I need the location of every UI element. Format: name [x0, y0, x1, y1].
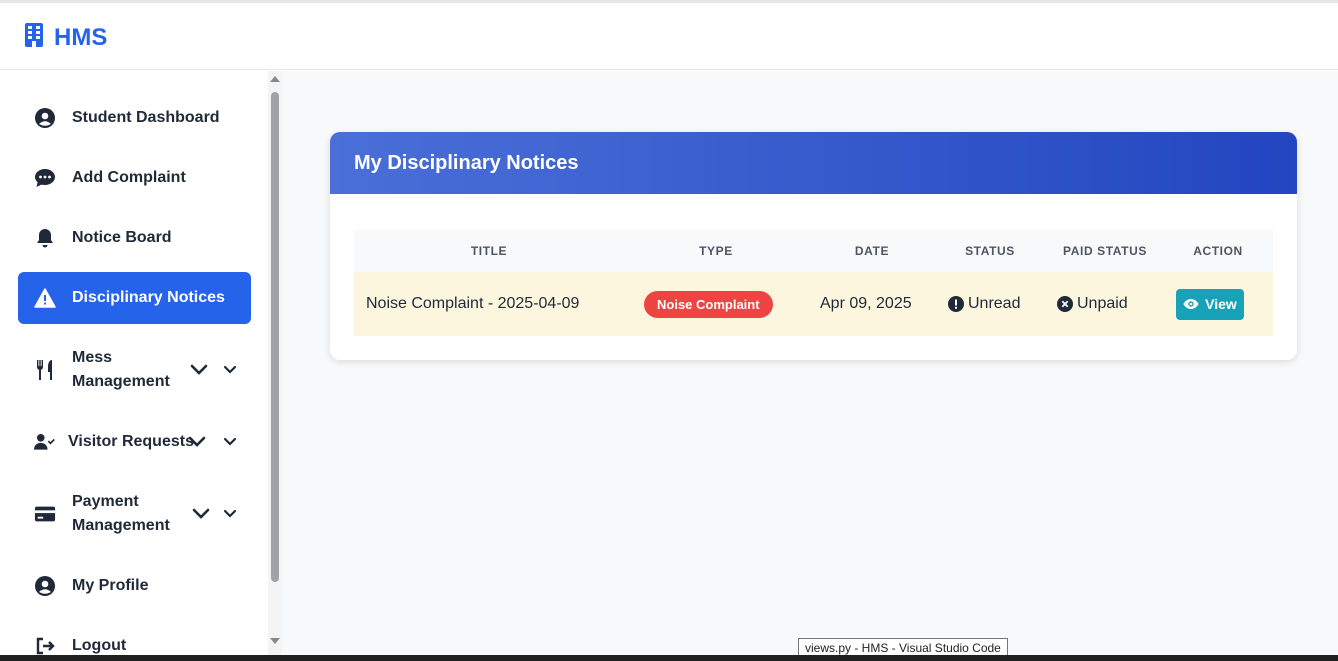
eye-icon: [1183, 298, 1199, 310]
view-button[interactable]: View: [1176, 288, 1244, 320]
sidebar-item-notice-board[interactable]: Notice Board: [18, 212, 251, 264]
sidebar-item-payment-management[interactable]: Payment Management: [18, 488, 251, 540]
notices-table: TITLE TYPE DATE STATUS PAID STATUS ACTIO…: [354, 230, 1273, 336]
sidebar-item-label: Notice Board: [72, 229, 172, 246]
sidebar-item-my-profile[interactable]: My Profile: [18, 560, 251, 612]
sidebar-item-student-dashboard[interactable]: Student Dashboard: [18, 92, 251, 144]
exclamation-circle-icon: [948, 296, 964, 312]
paid-status-cell: Unpaid: [1057, 272, 1128, 336]
notice-title: Noise Complaint - 2025-04-09: [366, 295, 580, 312]
type-badge: Noise Complaint: [644, 290, 773, 318]
scrollbar-thumb[interactable]: [271, 92, 279, 582]
table-header: TITLE TYPE DATE STATUS PAID STATUS ACTIO…: [354, 230, 1273, 272]
x-circle-icon: [1057, 296, 1073, 312]
paid-status-text: Unpaid: [1077, 295, 1128, 312]
chat-bubble-icon: [34, 167, 56, 189]
brand-name: HMS: [54, 23, 108, 51]
column-header-type: TYPE: [699, 244, 733, 258]
top-navbar: HMS: [0, 0, 1338, 70]
utensils-icon: [34, 359, 56, 381]
sidebar-item-disciplinary-notices[interactable]: Disciplinary Notices: [18, 272, 251, 324]
sidebar-item-label: Payment Management: [72, 493, 170, 534]
sidebar-item-label: Logout: [72, 637, 127, 654]
sidebar-item-visitor-requests[interactable]: Visitor Requests: [18, 416, 251, 468]
main-content: My Disciplinary Notices TITLE TYPE DATE …: [282, 71, 1338, 655]
chevron-down-icon[interactable]: [192, 508, 210, 520]
type-cell: Noise Complaint: [644, 272, 773, 336]
disciplinary-notices-card: My Disciplinary Notices TITLE TYPE DATE …: [330, 132, 1297, 360]
card-title: My Disciplinary Notices: [354, 151, 579, 174]
brand[interactable]: HMS: [24, 23, 107, 52]
status-cell: Unread: [948, 272, 1020, 336]
user-circle-icon: [34, 107, 56, 129]
table-row: Noise Complaint - 2025-04-09 Noise Compl…: [354, 272, 1273, 336]
taskbar-strip: [0, 655, 1338, 661]
view-button-label: View: [1205, 296, 1237, 312]
sidebar-item-logout[interactable]: Logout: [18, 620, 251, 655]
sidebar: Student Dashboard Add Complaint Notice B…: [2, 71, 268, 655]
logout-icon: [34, 635, 56, 655]
sidebar-item-label: Visitor Requests: [68, 433, 194, 450]
sidebar-item-label: Mess Management: [72, 349, 170, 390]
column-header-status: STATUS: [965, 244, 1015, 258]
chevron-down-icon[interactable]: [190, 364, 208, 376]
sidebar-item-label: Add Complaint: [72, 169, 186, 186]
chevron-down-icon[interactable]: [223, 365, 237, 375]
notice-date: Apr 09, 2025: [820, 295, 912, 312]
chevron-down-icon[interactable]: [223, 509, 237, 519]
user-circle-icon: [34, 575, 56, 597]
card-header: My Disciplinary Notices: [330, 132, 1297, 194]
bell-icon: [34, 227, 56, 249]
column-header-paid-status: PAID STATUS: [1063, 244, 1147, 258]
action-cell: View: [1176, 272, 1244, 336]
scroll-up-arrow-icon[interactable]: [270, 76, 280, 82]
user-check-icon: [34, 431, 56, 453]
column-header-title: TITLE: [470, 244, 508, 258]
sidebar-item-label: Student Dashboard: [72, 109, 220, 126]
chevron-down-icon[interactable]: [188, 436, 206, 448]
sidebar-item-label: My Profile: [72, 577, 149, 594]
column-header-date: DATE: [854, 244, 890, 258]
sidebar-item-add-complaint[interactable]: Add Complaint: [18, 152, 251, 204]
sidebar-item-label: Disciplinary Notices: [72, 289, 225, 306]
scroll-down-arrow-icon[interactable]: [270, 638, 280, 644]
warning-icon: [34, 287, 56, 309]
building-icon: [24, 23, 44, 52]
column-header-action: ACTION: [1193, 244, 1243, 258]
status-text: Unread: [968, 295, 1021, 312]
sidebar-item-mess-management[interactable]: Mess Management: [18, 344, 251, 396]
chevron-down-icon[interactable]: [223, 437, 237, 447]
credit-card-icon: [34, 503, 56, 525]
